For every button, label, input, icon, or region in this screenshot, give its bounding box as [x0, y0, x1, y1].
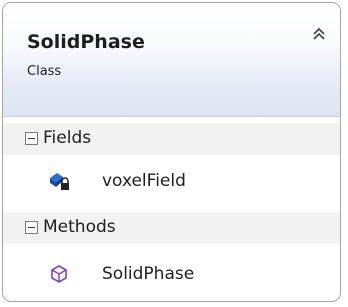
fields-section-header[interactable]: Fields	[3, 123, 340, 155]
methods-section-label: Methods	[43, 217, 116, 237]
field-name: voxelField	[102, 171, 186, 191]
private-field-icon	[50, 173, 69, 190]
class-name: SolidPhase	[27, 31, 145, 53]
method-item-solidphase[interactable]: SolidPhase	[3, 254, 340, 294]
class-stereotype: Class	[27, 64, 62, 79]
class-header: SolidPhase Class	[3, 3, 340, 117]
fields-section-label: Fields	[43, 128, 92, 148]
methods-section-header[interactable]: Methods	[3, 212, 340, 244]
method-icon	[51, 265, 67, 283]
field-item-voxelfield[interactable]: voxelField	[3, 161, 340, 201]
minus-box-icon[interactable]	[25, 221, 38, 234]
class-shape[interactable]: SolidPhase Class Fields voxelField Metho…	[2, 2, 341, 302]
method-name: SolidPhase	[102, 264, 195, 284]
double-chevron-up-icon[interactable]	[310, 25, 328, 43]
minus-box-icon[interactable]	[25, 132, 38, 145]
